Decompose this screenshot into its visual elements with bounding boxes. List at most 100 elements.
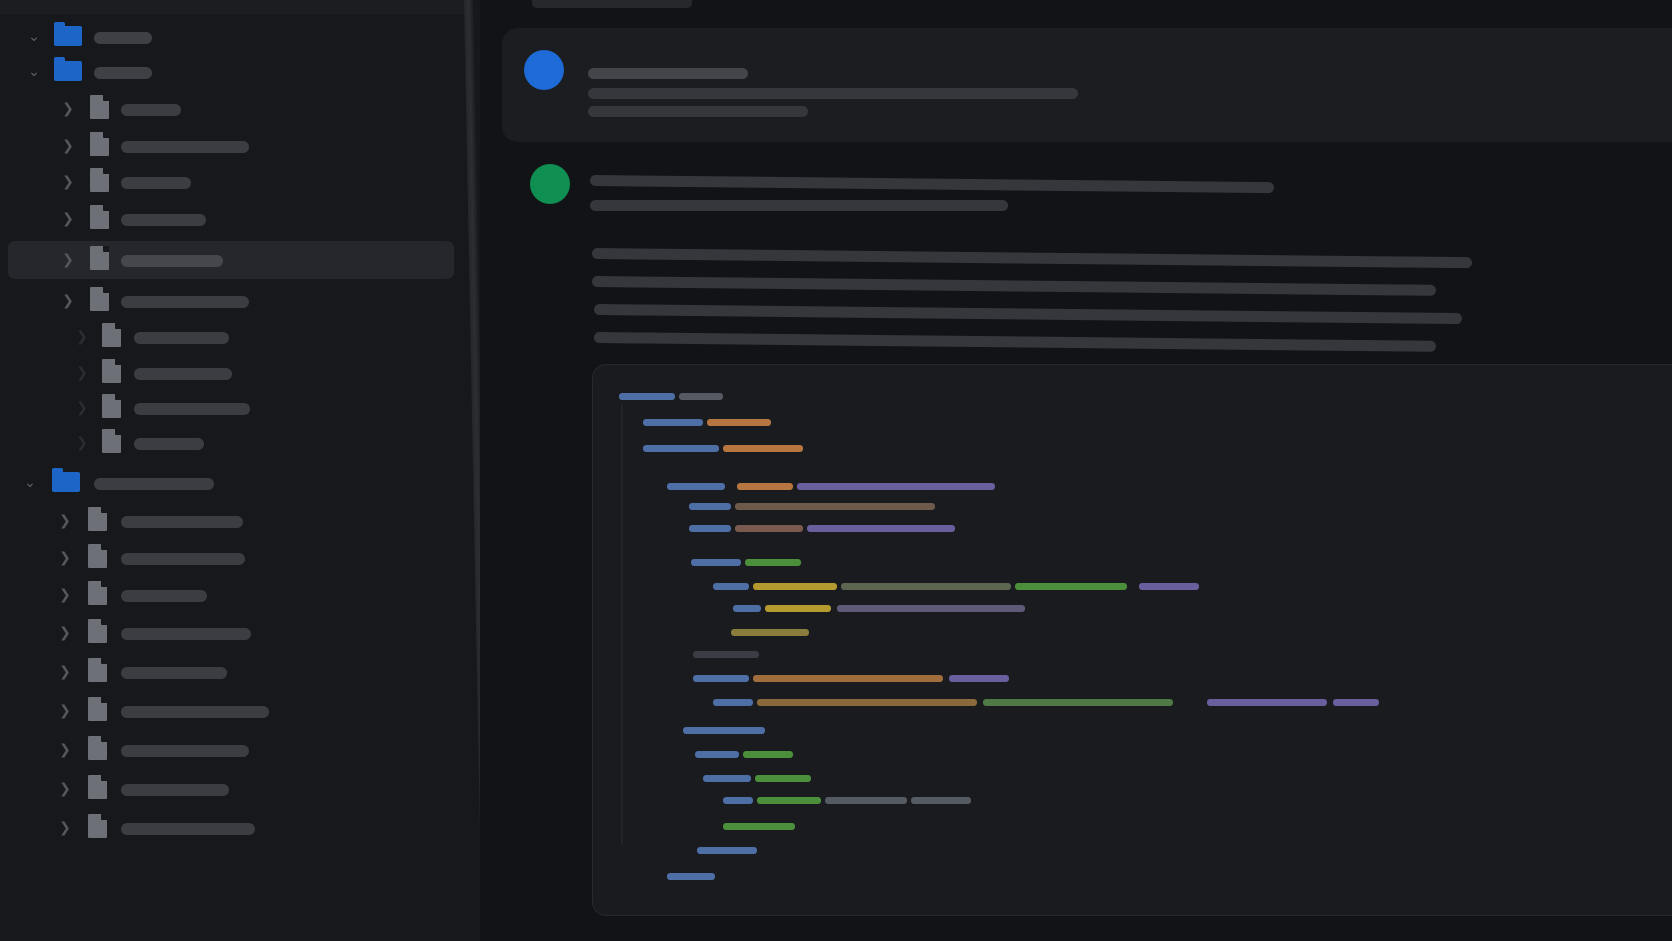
tree-file-row[interactable]: ❯ xyxy=(72,426,432,460)
tree-file-row[interactable]: ❯ xyxy=(55,504,435,538)
code-token xyxy=(743,751,793,758)
chevron-right-icon[interactable]: ❯ xyxy=(58,136,78,156)
code-token xyxy=(667,873,715,880)
file-icon xyxy=(88,581,107,605)
tree-file-row[interactable]: ❯ xyxy=(58,165,438,199)
tree-folder-row[interactable]: ⌄ xyxy=(20,466,420,500)
file-icon xyxy=(102,429,121,453)
tree-item-label xyxy=(121,516,243,528)
user-message-line xyxy=(588,106,808,117)
code-token xyxy=(825,797,907,804)
tree-item-label xyxy=(134,403,250,415)
chevron-right-icon[interactable]: ❯ xyxy=(58,250,78,270)
assistant-text-line xyxy=(591,248,1473,269)
chevron-right-icon[interactable]: ❯ xyxy=(55,548,75,568)
code-token xyxy=(683,727,765,734)
chevron-right-icon[interactable]: ❯ xyxy=(55,740,75,760)
tree-item-label xyxy=(121,104,181,116)
chevron-right-icon[interactable]: ❯ xyxy=(55,818,75,838)
file-icon xyxy=(88,736,107,760)
tree-folder-row[interactable]: ⌄ xyxy=(24,55,424,89)
code-token xyxy=(911,797,971,804)
tree-file-row[interactable]: ❯ xyxy=(72,356,432,390)
code-token xyxy=(755,775,811,782)
tree-item-label xyxy=(121,255,223,267)
tree-item-label xyxy=(94,32,152,44)
tree-file-row[interactable]: ❯ xyxy=(72,320,432,354)
code-token xyxy=(697,847,757,854)
file-icon xyxy=(88,544,107,568)
chevron-right-icon[interactable]: ❯ xyxy=(72,398,92,418)
code-token xyxy=(753,675,943,682)
code-token xyxy=(1139,583,1199,590)
code-token xyxy=(1015,583,1127,590)
tree-file-row[interactable]: ❯ xyxy=(55,541,435,575)
chevron-down-icon[interactable]: ⌄ xyxy=(20,473,40,493)
chat-pane xyxy=(480,0,1672,941)
code-token xyxy=(643,419,703,426)
tree-file-row[interactable]: ❯ xyxy=(58,92,438,126)
chevron-right-icon[interactable]: ❯ xyxy=(55,585,75,605)
code-token xyxy=(703,775,751,782)
assistant-text-line xyxy=(593,304,1463,325)
chevron-down-icon[interactable]: ⌄ xyxy=(24,62,44,82)
tree-file-row[interactable]: ❯ xyxy=(55,655,435,689)
file-icon xyxy=(88,619,107,643)
chevron-right-icon[interactable]: ❯ xyxy=(72,433,92,453)
code-token xyxy=(745,559,801,566)
chevron-right-icon[interactable]: ❯ xyxy=(58,99,78,119)
code-token xyxy=(807,525,955,532)
tree-file-row[interactable]: ❯ xyxy=(55,772,435,806)
tree-item-label xyxy=(121,823,255,835)
chevron-down-icon[interactable]: ⌄ xyxy=(24,27,44,47)
file-icon xyxy=(88,814,107,838)
tree-file-row[interactable]: ❯ xyxy=(55,733,435,767)
code-token xyxy=(695,751,739,758)
code-token xyxy=(723,823,795,830)
tree-file-row[interactable]: ❯ xyxy=(58,284,438,318)
chevron-right-icon[interactable]: ❯ xyxy=(55,511,75,531)
tree-item-label xyxy=(121,590,207,602)
code-token xyxy=(737,483,793,490)
tree-file-row[interactable]: ❯ xyxy=(55,578,435,612)
file-icon xyxy=(90,95,109,119)
tree-item-label xyxy=(121,296,249,308)
tree-file-row[interactable]: ❯ xyxy=(58,202,438,236)
chevron-right-icon[interactable]: ❯ xyxy=(72,327,92,347)
code-token xyxy=(713,583,749,590)
tree-file-row[interactable]: ❯ xyxy=(55,694,435,728)
code-token xyxy=(693,675,749,682)
code-token xyxy=(983,699,1173,706)
code-token xyxy=(757,797,821,804)
chevron-right-icon[interactable]: ❯ xyxy=(55,701,75,721)
tree-item-label xyxy=(134,438,204,450)
folder-icon xyxy=(54,22,82,46)
tree-item-label xyxy=(121,628,251,640)
tree-folder-row[interactable]: ⌄ xyxy=(24,20,424,54)
file-tree: ⌄ ⌄ ❯ ❯ ❯ ❯ ❯ ❯ ❯ ❯ ❯ ❯ ⌄ ❯ ❯ ❯ ❯ ❯ ❯ ❯ … xyxy=(0,0,460,941)
file-explorer-sidebar: ⌄ ⌄ ❯ ❯ ❯ ❯ ❯ ❯ ❯ ❯ ❯ ❯ ⌄ ❯ ❯ ❯ ❯ ❯ ❯ ❯ … xyxy=(0,0,480,941)
assistant-text-line xyxy=(590,200,1008,211)
code-token xyxy=(949,675,1009,682)
tree-file-row-selected[interactable]: ❯ xyxy=(8,241,454,279)
code-token xyxy=(707,419,771,426)
chevron-right-icon[interactable]: ❯ xyxy=(55,662,75,682)
chevron-right-icon[interactable]: ❯ xyxy=(72,363,92,383)
folder-icon xyxy=(54,57,82,81)
chevron-right-icon[interactable]: ❯ xyxy=(55,779,75,799)
file-icon xyxy=(102,394,121,418)
chevron-right-icon[interactable]: ❯ xyxy=(58,291,78,311)
tree-item-label xyxy=(121,553,245,565)
editor-tab[interactable] xyxy=(532,0,692,8)
code-token xyxy=(689,525,731,532)
tree-file-row[interactable]: ❯ xyxy=(72,391,432,425)
tree-file-row[interactable]: ❯ xyxy=(58,129,438,163)
tree-file-row[interactable]: ❯ xyxy=(55,811,435,845)
file-icon xyxy=(90,246,109,270)
chevron-right-icon[interactable]: ❯ xyxy=(58,209,78,229)
chevron-right-icon[interactable]: ❯ xyxy=(55,623,75,643)
code-token xyxy=(619,393,675,400)
code-token xyxy=(691,559,741,566)
chevron-right-icon[interactable]: ❯ xyxy=(58,172,78,192)
tree-file-row[interactable]: ❯ xyxy=(55,616,435,650)
